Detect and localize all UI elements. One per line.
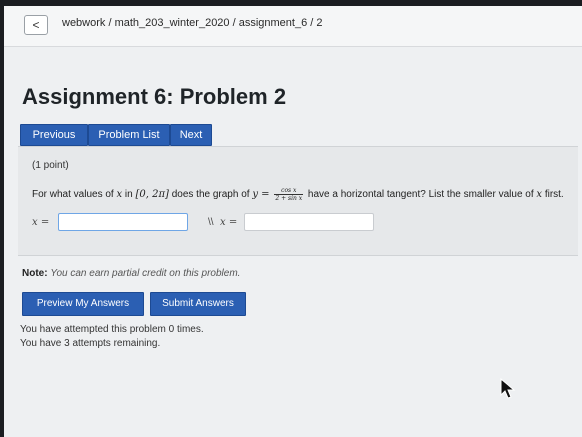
- note-label: Note:: [22, 268, 48, 279]
- browser-screen: < webwork / math_203_winter_2020 / assig…: [4, 6, 582, 437]
- answer-input-1[interactable]: [58, 213, 188, 231]
- fraction-denominator: 2 + sin x: [275, 195, 303, 202]
- submit-answers-button[interactable]: Submit Answers: [150, 292, 246, 316]
- note-text: You can earn partial credit on this prob…: [50, 268, 241, 279]
- fraction-numerator: cos x: [274, 187, 304, 195]
- function-fraction: cos x 2 + sin x: [274, 187, 304, 202]
- page-title: Assignment 6: Problem 2: [22, 84, 287, 109]
- problem-panel: (1 point) For what values of x in [0, 2π…: [18, 146, 578, 256]
- partial-credit-note: Note: You can earn partial credit on thi…: [22, 268, 240, 279]
- next-button[interactable]: Next: [170, 124, 212, 146]
- question-suffix: have a horizontal tangent? List the smal…: [305, 189, 537, 201]
- question-end: first.: [542, 189, 564, 201]
- previous-button[interactable]: Previous: [20, 124, 88, 146]
- chevron-left-icon: <: [32, 18, 40, 32]
- preview-answers-button[interactable]: Preview My Answers: [22, 292, 144, 316]
- answer-separator: \\: [208, 217, 214, 228]
- var-y: y =: [252, 189, 270, 201]
- top-bar: < webwork / math_203_winter_2020 / assig…: [4, 6, 582, 47]
- problem-points: (1 point): [32, 160, 69, 171]
- question-in: in: [122, 189, 136, 201]
- attempts-remaining: You have 3 attempts remaining.: [20, 338, 161, 349]
- problem-question: For what values of x in [0, 2π] does the…: [32, 187, 564, 202]
- answer-input-2[interactable]: [244, 213, 374, 231]
- answer-label-2: x =: [220, 217, 238, 228]
- answer-row: x = \\ x =: [32, 213, 572, 235]
- breadcrumb[interactable]: webwork / math_203_winter_2020 / assignm…: [62, 17, 323, 29]
- question-prefix: For what values of: [32, 189, 117, 201]
- attempts-status: You have attempted this problem 0 times.: [20, 324, 204, 335]
- problem-list-button[interactable]: Problem List: [88, 124, 170, 146]
- question-graph: does the graph of: [168, 189, 253, 201]
- mouse-cursor-icon: [500, 378, 516, 399]
- back-button[interactable]: <: [24, 15, 48, 35]
- answer-label-1: x =: [32, 217, 50, 228]
- interval: [0, 2π]: [135, 189, 169, 201]
